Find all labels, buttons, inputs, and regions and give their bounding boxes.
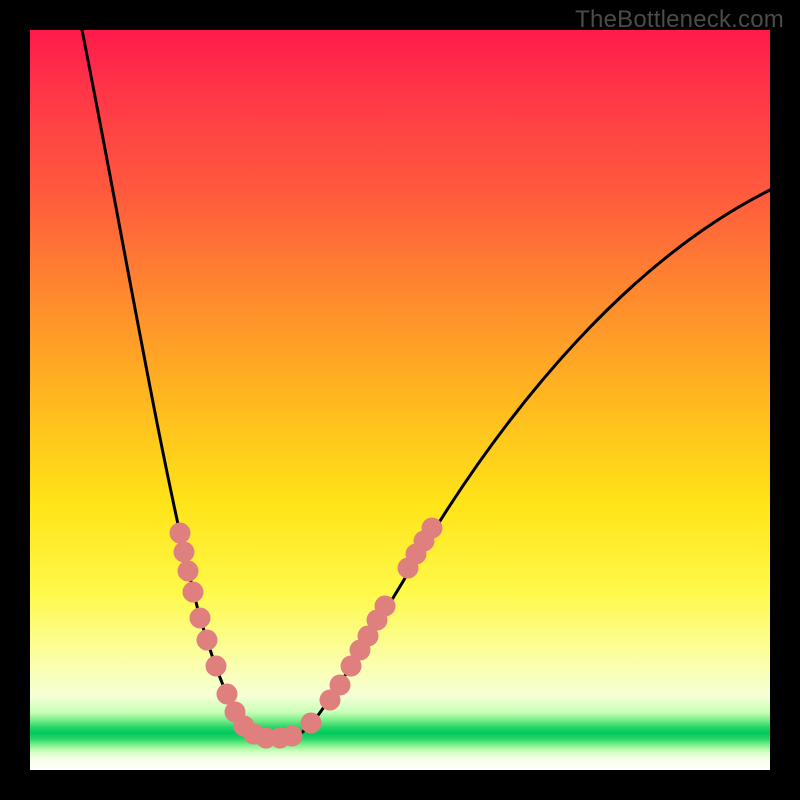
data-dot [197, 630, 218, 651]
data-dot [422, 518, 443, 539]
data-dot [282, 726, 303, 747]
plot-area [30, 30, 770, 770]
data-dot [183, 582, 204, 603]
data-dot [190, 608, 211, 629]
data-dot [330, 675, 351, 696]
data-dot [170, 523, 191, 544]
watermark-text: TheBottleneck.com [575, 6, 784, 34]
data-dot [375, 596, 396, 617]
data-dot [217, 684, 238, 705]
data-dot [301, 713, 322, 734]
dots-group [170, 518, 443, 749]
data-dot [206, 656, 227, 677]
data-dot [174, 542, 195, 563]
data-dot [178, 561, 199, 582]
curve-svg [30, 30, 770, 770]
bottleneck-curve [82, 30, 770, 738]
chart-frame: TheBottleneck.com [0, 0, 800, 800]
